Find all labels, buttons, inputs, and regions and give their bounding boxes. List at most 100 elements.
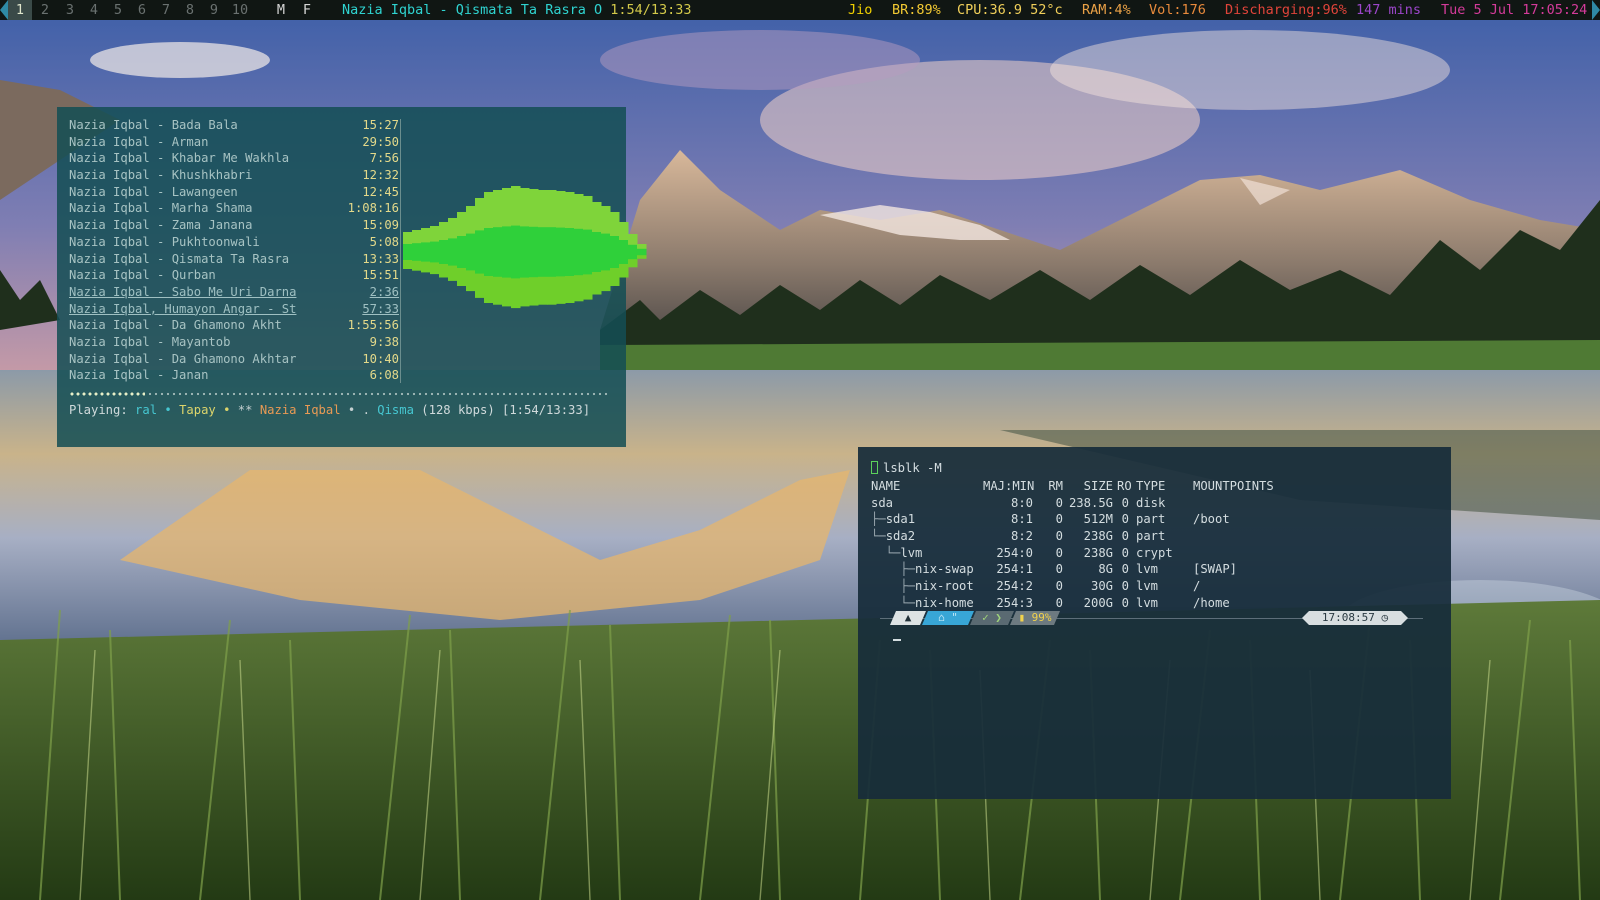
device-name-text: nix-swap	[915, 562, 974, 577]
cell-size: 238G	[1083, 529, 1113, 544]
device-name: ├─sda1	[871, 511, 915, 528]
playlist-item[interactable]: Nazia Iqbal - Khushkhabri 12:32	[69, 167, 401, 184]
lsblk-row: └─lvm 254:0 0 238G 0 crypt	[871, 545, 1173, 562]
device-name: └─nix-home	[871, 595, 973, 612]
cell-majmin: 8:0	[1010, 495, 1033, 510]
workspace-8[interactable]: 8	[178, 0, 202, 20]
text-cursor	[893, 639, 901, 641]
cell-majmin: 254:0	[996, 545, 1033, 560]
os-logo-icon: ▲	[890, 611, 926, 625]
track-title: Nazia Iqbal - Khushkhabri	[69, 168, 253, 183]
playing-track: Qisma	[377, 403, 414, 417]
cell-size: 8G	[1098, 562, 1113, 577]
visualizer-bar	[637, 248, 647, 256]
visualizer-bar	[520, 226, 530, 278]
workspace-6[interactable]: 6	[130, 0, 154, 20]
ram-status: RAM:4%	[1082, 2, 1131, 18]
device-name: └─sda2	[871, 528, 915, 545]
workspace-2[interactable]: 2	[33, 0, 57, 20]
command-prompt: lsblk -M	[871, 461, 942, 475]
track-title: Nazia Iqbal - Pukhtoonwali	[69, 234, 260, 249]
visualizer-bar	[556, 227, 566, 277]
lsblk-header: NAME MAJ:MIN RM SIZE RO TYPE MOUNTPOINTS	[871, 478, 1274, 495]
visualizer-bar	[502, 226, 512, 278]
track-title: Nazia Iqbal - Zama Janana	[69, 218, 253, 233]
workspace-9[interactable]: 9	[202, 0, 226, 20]
visualizer-bar	[619, 240, 629, 264]
workspace-4[interactable]: 4	[82, 0, 106, 20]
scroll-text-a: ral •	[135, 403, 172, 417]
cell-ro: 0	[1121, 512, 1129, 527]
progress-track[interactable]	[69, 392, 609, 396]
cell-majmin: 8:1	[1010, 512, 1033, 527]
battery-status: Discharging:96%	[1225, 2, 1347, 18]
visualizer-bar	[628, 244, 638, 260]
device-name: └─lvm	[871, 545, 923, 562]
playlist-item[interactable]: Nazia Iqbal - Da Ghamono Akhtar 10:40	[69, 351, 401, 368]
visualizer-bar	[610, 236, 620, 268]
lsblk-row: ├─nix-swap 254:1 0 8G 0 lvm [SWAP]	[871, 561, 1237, 578]
workspace-3[interactable]: 3	[58, 0, 82, 20]
top-status-bar: 1 2 3 4 5 6 7 8 9 10 M F Nazia Iqbal - Qismata Ta R…	[0, 0, 1600, 20]
playlist-item[interactable]: Nazia Iqbal - Khabar Me Wakhla 7:56	[69, 150, 401, 167]
prompt-status-segment: ✓ ❯	[970, 611, 1014, 625]
workspace-7[interactable]: 7	[154, 0, 178, 20]
playlist-item[interactable]: Nazia Iqbal - Zama Janana 15:09	[69, 217, 401, 234]
playlist-item[interactable]: Nazia Iqbal - Janan 6:08	[69, 367, 401, 384]
playlist-item[interactable]: Nazia Iqbal - Qurban 15:51	[69, 267, 401, 284]
terminal-window[interactable]: lsblk -M NAME MAJ:MIN RM SIZE RO TYPE MO…	[858, 447, 1451, 799]
cell-mount: [SWAP]	[1193, 562, 1238, 577]
cell-type: lvm	[1136, 595, 1159, 610]
playback-time: 1:54/13:33	[610, 2, 692, 18]
cell-mount: /home	[1193, 595, 1230, 610]
track-duration: 15:51	[362, 268, 399, 283]
cell-ro: 0	[1121, 579, 1129, 594]
cell-rm: 0	[1055, 562, 1063, 577]
playlist-divider	[400, 119, 401, 383]
prompt-cursor-icon	[871, 461, 878, 474]
col-size: SIZE	[1083, 479, 1113, 493]
track-duration: 29:50	[362, 134, 399, 149]
playlist-item[interactable]: Nazia Iqbal - Sabo Me Uri Darna 2:36	[69, 284, 401, 301]
visualizer-bar	[592, 232, 602, 272]
track-title: Nazia Iqbal - Arman	[69, 134, 209, 149]
playlist-item[interactable]: Nazia Iqbal - Arman 29:50	[69, 134, 401, 151]
cell-size: 512M	[1083, 512, 1113, 527]
playlist-item[interactable]: Nazia Iqbal - Da Ghamono Akht 1:55:56	[69, 317, 401, 334]
music-player-window[interactable]: Nazia Iqbal - Bada Bala 15:27 Nazia Iqbal …	[57, 107, 647, 447]
workspace-1[interactable]: 1	[8, 0, 32, 20]
cell-rm: 0	[1055, 595, 1063, 610]
cell-type: part	[1136, 529, 1166, 544]
playlist-item[interactable]: Nazia Iqbal, Humayon Angar - St 57:33	[69, 301, 401, 318]
visualizer-bar	[538, 227, 548, 277]
now-playing-line: Playing: ral • Tapay • ** Nazia Iqbal • …	[69, 402, 590, 418]
tree-branch: └─	[871, 545, 901, 560]
workspace-5[interactable]: 5	[106, 0, 130, 20]
playlist-item[interactable]: Nazia Iqbal - Marha Shama 1:08:16	[69, 200, 401, 217]
track-title: Nazia Iqbal - Mayantob	[69, 334, 231, 349]
network-status: Jio	[848, 2, 873, 18]
playlist-item[interactable]: Nazia Iqbal - Bada Bala 15:27	[69, 117, 401, 134]
col-ro: RO	[1117, 479, 1132, 493]
visualizer-bar	[421, 242, 431, 262]
workspace-10[interactable]: 10	[228, 0, 252, 20]
playlist-item[interactable]: Nazia Iqbal - Qismata Ta Rasra 13:33	[69, 251, 401, 268]
track-duration: 7:56	[369, 151, 399, 166]
prompt-dir-segment: ⌂ "	[922, 611, 974, 625]
cell-ro: 0	[1121, 562, 1129, 577]
playlist-item[interactable]: Nazia Iqbal - Mayantob 9:38	[69, 334, 401, 351]
track-duration: 15:27	[362, 118, 399, 132]
cell-size: 238G	[1083, 545, 1113, 560]
brightness-status: BR:89%	[892, 2, 941, 18]
col-rm: RM	[1048, 479, 1063, 493]
playlist-item[interactable]: Nazia Iqbal - Pukhtoonwali 5:08	[69, 234, 401, 251]
track-title: Nazia Iqbal - Da Ghamono Akhtar	[69, 351, 297, 366]
track-title: Nazia Iqbal - Da Ghamono Akht	[69, 318, 282, 333]
scroll-stars: **	[237, 403, 253, 417]
track-duration: 2:36	[369, 284, 399, 299]
playlist-item[interactable]: Nazia Iqbal - Lawangeen 12:45	[69, 184, 401, 201]
track-title: Nazia Iqbal - Khabar Me Wakhla	[69, 151, 290, 166]
device-name: sda	[871, 495, 893, 512]
cell-type: part	[1136, 512, 1166, 527]
cell-type: disk	[1136, 495, 1166, 510]
